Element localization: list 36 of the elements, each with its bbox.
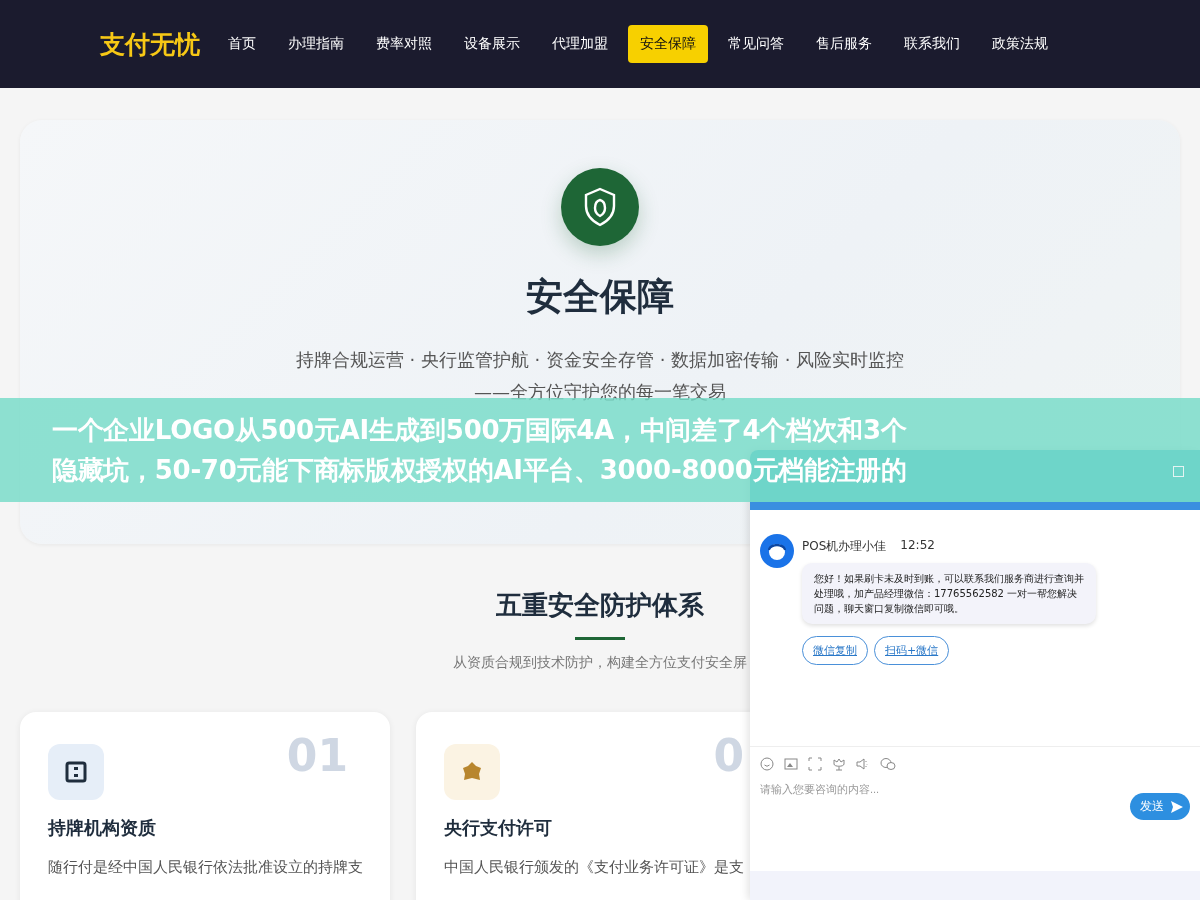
- avatar-icon: [760, 534, 794, 568]
- nav-link[interactable]: 常见问答: [716, 25, 796, 63]
- wechat-icon[interactable]: [880, 757, 896, 771]
- card-text: 随行付是经中国人民银行依法批准设立的持牌支: [48, 858, 362, 877]
- section-title: 五重安全防护体系: [496, 589, 704, 622]
- image-icon[interactable]: [784, 757, 798, 771]
- card-title: 央行支付许可: [444, 816, 553, 840]
- sender-name: POS机办理小佳: [802, 538, 887, 555]
- banner-text: 一个企业LOGO从500元AI生成到500万国际4A，中间差了4个档次和3个: [52, 414, 907, 447]
- nav-link[interactable]: 费率对照: [364, 25, 444, 63]
- maximize-icon[interactable]: [1173, 466, 1184, 477]
- emoji-icon[interactable]: [760, 757, 774, 771]
- speaker-icon[interactable]: [856, 757, 870, 771]
- banner-text: 隐藏坑，50-70元能下商标版权授权的AI平台、3000-8000元档能注册的: [52, 454, 907, 487]
- shield-icon: [561, 168, 639, 246]
- nav-link[interactable]: 办理指南: [276, 25, 356, 63]
- message-bubble: 您好！如果刷卡未及时到账，可以联系我们服务商进行查询并处理哦，加产品经理微信：17765562582 一对一帮您解决问题，聊天窗口复制微信即可哦。: [802, 563, 1096, 624]
- section-subtitle: 从资质合规到技术防护，构建全方位支付安全屏: [453, 654, 747, 672]
- message-time: 12:52: [900, 538, 935, 554]
- square-icon: [48, 744, 104, 800]
- hero-subtitle: 持牌合规运营 · 央行监管护航 · 资金安全存管 · 数据加密传输 · 风险实时监控——全方位守护您的每一笔交易: [294, 348, 906, 404]
- nav-link[interactable]: 首页: [216, 25, 268, 63]
- nav-link[interactable]: 政策法规: [980, 25, 1060, 63]
- hero-title: 安全保障: [526, 274, 674, 320]
- card-title: 持牌机构资质: [48, 816, 157, 840]
- nav-link[interactable]: 安全保障: [628, 25, 708, 63]
- flower-icon[interactable]: [832, 757, 846, 771]
- site-logo[interactable]: 支付无忧: [100, 27, 200, 61]
- nav-link[interactable]: 售后服务: [804, 25, 884, 63]
- card-text: 中国人民银行颁发的《支付业务许可证》是支: [444, 858, 745, 877]
- nav-link[interactable]: 设备展示: [452, 25, 532, 63]
- send-icon: [1170, 799, 1184, 814]
- badge-icon: [444, 744, 500, 800]
- nav-link[interactable]: 代理加盟: [540, 25, 620, 63]
- screenshot-icon[interactable]: [808, 757, 822, 771]
- nav-link[interactable]: 联系我们: [892, 25, 972, 63]
